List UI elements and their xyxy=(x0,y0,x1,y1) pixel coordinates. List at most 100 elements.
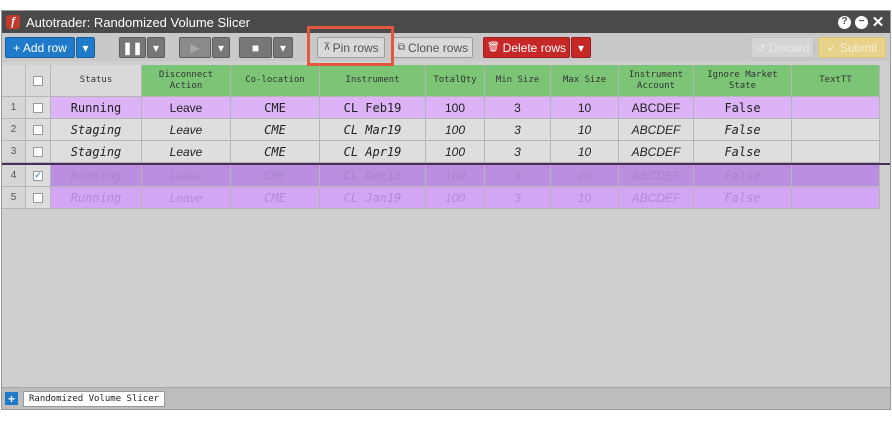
play-dropdown-button[interactable]: ▾ xyxy=(212,37,230,58)
pause-button[interactable]: ❚❚ xyxy=(119,37,146,58)
max-size-cell[interactable]: 10 xyxy=(551,165,619,187)
status-cell[interactable]: Running xyxy=(51,97,142,119)
column-header-totalqty[interactable]: TotalQty xyxy=(426,65,485,97)
totalqty-cell[interactable]: 100 xyxy=(426,97,485,119)
add-sheet-icon[interactable]: + xyxy=(5,392,18,406)
minimize-icon[interactable]: − xyxy=(855,15,868,29)
instrument-cell[interactable]: CL Feb19 xyxy=(320,97,426,119)
column-header-texttt[interactable]: TextTT xyxy=(792,65,880,97)
texttt-cell[interactable] xyxy=(792,141,880,163)
select-all-checkbox[interactable] xyxy=(33,75,43,86)
column-header-max-size[interactable]: Max Size xyxy=(551,65,619,97)
table-row[interactable]: 1 Running Leave CME CL Feb19 100 3 10 ABCDEF Fals… xyxy=(2,97,890,119)
ignore-market-state-cell[interactable]: False xyxy=(694,187,792,209)
row-checkbox[interactable] xyxy=(33,146,43,157)
instrument-account-cell[interactable]: ABCDEF xyxy=(619,141,694,163)
texttt-cell[interactable] xyxy=(792,119,880,141)
sheet-tab[interactable]: Randomized Volume Slicer xyxy=(23,390,166,407)
row-select-cell[interactable] xyxy=(26,187,51,209)
min-size-cell[interactable]: 3 xyxy=(485,119,551,141)
instrument-account-cell[interactable]: ABCDEF xyxy=(619,97,694,119)
instrument-cell[interactable]: CL Jan19 xyxy=(320,187,426,209)
column-header-min-size[interactable]: Min Size xyxy=(485,65,551,97)
co-location-cell[interactable]: CME xyxy=(231,119,320,141)
submit-button[interactable]: ✓ Submit xyxy=(818,37,886,58)
select-all-header[interactable] xyxy=(26,65,51,97)
column-header-status[interactable]: Status xyxy=(51,65,142,97)
close-icon[interactable]: ✕ xyxy=(872,15,885,30)
row-checkbox[interactable] xyxy=(33,124,43,135)
instrument-account-cell[interactable]: ABCDEF xyxy=(619,119,694,141)
table-row[interactable]: 2 Staging Leave CME CL Mar19 100 3 10 ABCDEF Fals… xyxy=(2,119,890,141)
disconnect-action-cell[interactable]: Leave xyxy=(142,97,231,119)
pause-dropdown-button[interactable]: ▾ xyxy=(147,37,165,58)
instrument-cell[interactable]: CL Apr19 xyxy=(320,141,426,163)
texttt-cell[interactable] xyxy=(792,97,880,119)
status-cell[interactable]: Staging xyxy=(51,119,142,141)
min-size-cell[interactable]: 3 xyxy=(485,187,551,209)
submit-label: Submit xyxy=(839,40,878,55)
row-checkbox[interactable] xyxy=(33,102,43,113)
ignore-market-state-cell[interactable]: False xyxy=(694,97,792,119)
play-button[interactable]: ▶ xyxy=(179,37,211,58)
totalqty-cell[interactable]: 100 xyxy=(426,187,485,209)
disconnect-action-cell[interactable]: Leave xyxy=(142,187,231,209)
ignore-market-state-cell[interactable]: False xyxy=(694,119,792,141)
row-select-cell[interactable] xyxy=(26,97,51,119)
chevron-down-icon: ▾ xyxy=(279,40,287,55)
status-cell[interactable]: Running xyxy=(51,165,142,187)
delete-rows-label: Delete rows xyxy=(502,40,567,55)
instrument-account-cell[interactable]: ABCDEF xyxy=(619,165,694,187)
autotrader-window: ƒ Autotrader: Randomized Volume Slicer ?… xyxy=(1,10,891,410)
column-header-instrument[interactable]: Instrument xyxy=(320,65,426,97)
max-size-cell[interactable]: 10 xyxy=(551,187,619,209)
ignore-market-state-cell[interactable]: False xyxy=(694,165,792,187)
row-select-cell[interactable] xyxy=(26,141,51,163)
help-icon[interactable]: ? xyxy=(838,15,851,29)
ignore-market-state-cell[interactable]: False xyxy=(694,141,792,163)
instrument-cell[interactable]: CL Mar19 xyxy=(320,119,426,141)
co-location-cell[interactable]: CME xyxy=(231,187,320,209)
stop-dropdown-button[interactable]: ▾ xyxy=(273,37,293,58)
column-header-disconnect-action[interactable]: Disconnect Action xyxy=(142,65,231,97)
row-select-cell[interactable]: ✓ xyxy=(26,165,51,187)
disconnect-action-cell[interactable]: Leave xyxy=(142,119,231,141)
row-select-cell[interactable] xyxy=(26,119,51,141)
totalqty-cell[interactable]: 100 xyxy=(426,141,485,163)
max-size-cell[interactable]: 10 xyxy=(551,97,619,119)
discard-button[interactable]: ↺ Discard xyxy=(751,37,814,58)
min-size-cell[interactable]: 3 xyxy=(485,165,551,187)
stop-button[interactable]: ■ xyxy=(239,37,272,58)
co-location-cell[interactable]: CME xyxy=(231,141,320,163)
row-checkbox[interactable] xyxy=(33,192,43,203)
column-header-ignore-market-state[interactable]: Ignore Market State xyxy=(694,65,792,97)
max-size-cell[interactable]: 10 xyxy=(551,119,619,141)
status-cell[interactable]: Staging xyxy=(51,141,142,163)
texttt-cell[interactable] xyxy=(792,187,880,209)
row-checkbox[interactable]: ✓ xyxy=(33,170,43,181)
status-cell[interactable]: Running xyxy=(51,187,142,209)
add-row-button[interactable]: + Add row xyxy=(5,37,75,58)
texttt-cell[interactable] xyxy=(792,165,880,187)
disconnect-action-cell[interactable]: Leave xyxy=(142,165,231,187)
delete-rows-dropdown-button[interactable]: ▾ xyxy=(571,37,591,58)
min-size-cell[interactable]: 3 xyxy=(485,97,551,119)
co-location-cell[interactable]: CME xyxy=(231,165,320,187)
totalqty-cell[interactable]: 100 xyxy=(426,119,485,141)
disconnect-action-cell[interactable]: Leave xyxy=(142,141,231,163)
add-row-dropdown-button[interactable]: ▾ xyxy=(76,37,95,58)
column-header-co-location[interactable]: Co-location xyxy=(231,65,320,97)
instrument-cell[interactable]: CL Dec18 xyxy=(320,165,426,187)
delete-rows-button[interactable]: 🗑 Delete rows xyxy=(483,37,570,58)
table-row[interactable]: 5 Running Leave CME CL Jan19 100 3 10 ABCDEF Fals… xyxy=(2,187,890,209)
min-size-cell[interactable]: 3 xyxy=(485,141,551,163)
table-row[interactable]: 3 Staging Leave CME CL Apr19 100 3 10 ABCDEF Fals… xyxy=(2,141,890,163)
max-size-cell[interactable]: 10 xyxy=(551,141,619,163)
co-location-cell[interactable]: CME xyxy=(231,97,320,119)
clone-rows-button[interactable]: ⧉ Clone rows xyxy=(393,37,473,58)
column-header-instrument-account[interactable]: Instrument Account xyxy=(619,65,694,97)
table-row[interactable]: 4 ✓ Running Leave CME CL Dec18 100 3 10 ABCDEF Fal… xyxy=(2,163,890,187)
title-bar[interactable]: ƒ Autotrader: Randomized Volume Slicer ?… xyxy=(2,11,890,33)
totalqty-cell[interactable]: 100 xyxy=(426,165,485,187)
instrument-account-cell[interactable]: ABCDEF xyxy=(619,187,694,209)
